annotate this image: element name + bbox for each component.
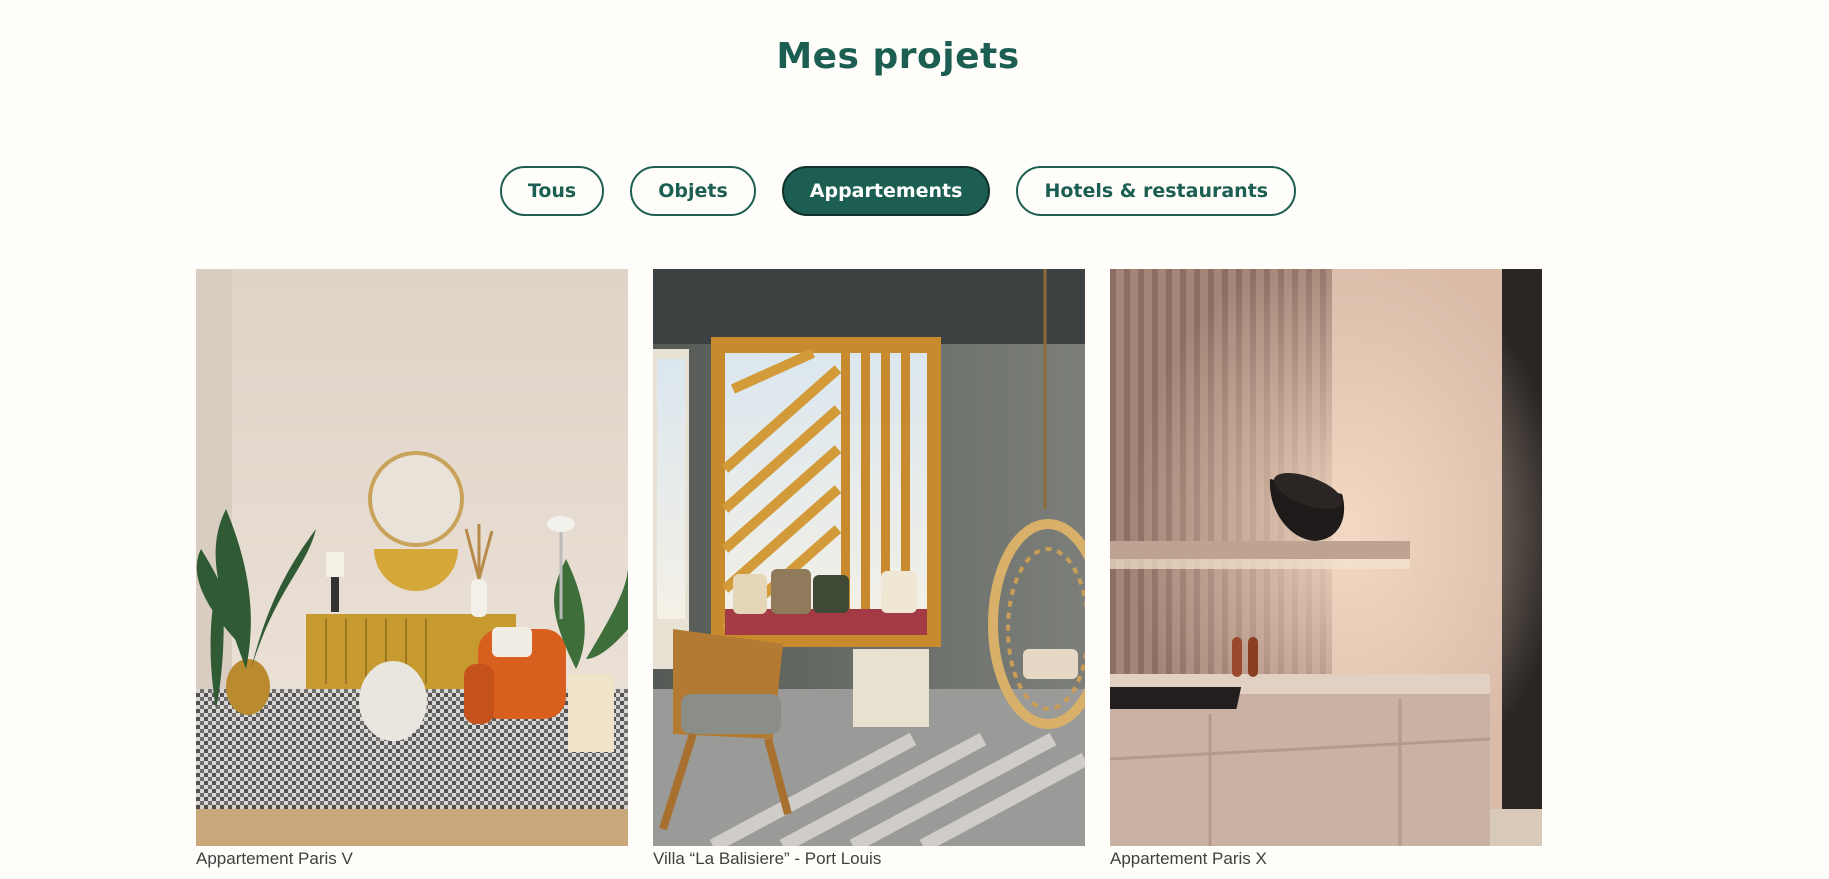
filter-tous-button[interactable]: Tous xyxy=(499,166,605,216)
project-image-kitchen[interactable] xyxy=(1110,269,1542,846)
page-title: Mes projets xyxy=(776,36,1020,77)
project-image-living-room[interactable] xyxy=(196,269,628,846)
filter-objets-button[interactable]: Objets xyxy=(630,166,756,216)
filter-hotels-restaurants-button[interactable]: Hotels & restaurants xyxy=(1016,166,1297,216)
project-caption[interactable]: Appartement Paris X xyxy=(1110,849,1542,869)
project-card[interactable]: Villa “La Balisiere” - Port Louis xyxy=(653,269,1085,869)
project-card[interactable]: Appartement Paris V xyxy=(196,269,628,869)
project-caption[interactable]: Villa “La Balisiere” - Port Louis xyxy=(653,849,1085,869)
project-caption[interactable]: Appartement Paris V xyxy=(196,849,628,869)
project-filter-bar: Tous Objets Appartements Hotels & restau… xyxy=(0,166,1796,216)
filter-appartements-button[interactable]: Appartements xyxy=(781,166,991,216)
project-image-villa-patio[interactable] xyxy=(653,269,1085,846)
villa-patio-photo xyxy=(653,269,1085,846)
project-card[interactable]: Appartement Paris X xyxy=(1110,269,1542,869)
kitchen-photo xyxy=(1110,269,1542,846)
living-room-photo xyxy=(196,269,628,846)
